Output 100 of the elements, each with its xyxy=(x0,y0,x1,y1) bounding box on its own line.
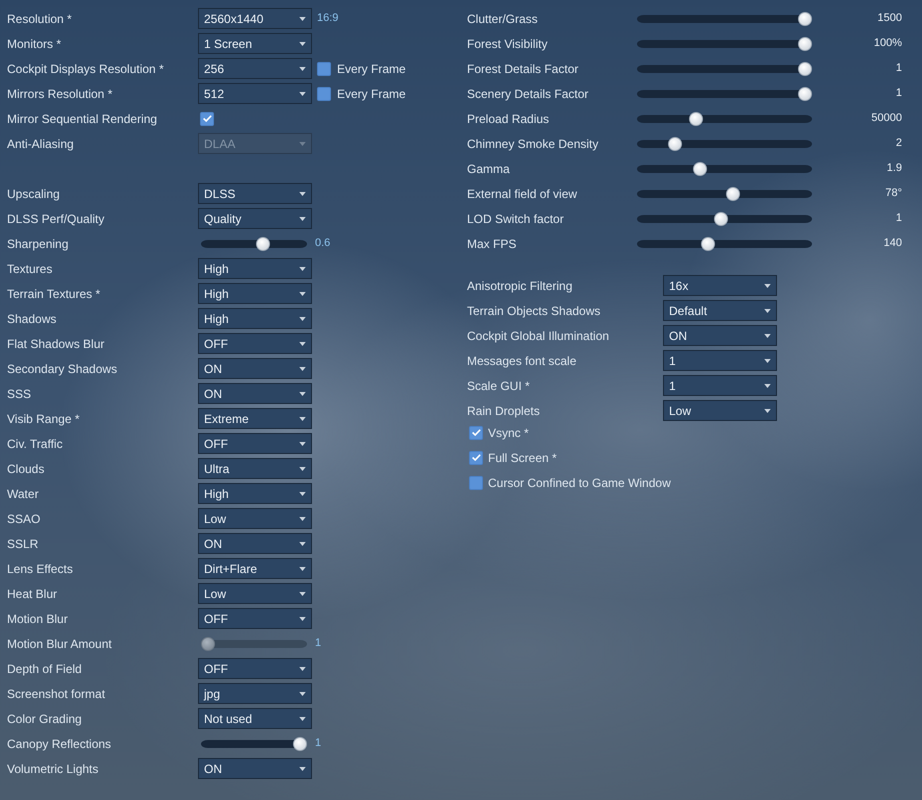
slider-track[interactable] xyxy=(637,112,812,126)
slider-track[interactable] xyxy=(201,736,307,750)
caret-icon xyxy=(299,466,306,470)
checkbox-label: Vsync * xyxy=(488,424,529,442)
dropdown[interactable]: Quality xyxy=(198,208,312,229)
dropdown[interactable]: OFF xyxy=(198,333,312,354)
dropdown[interactable]: 256 xyxy=(198,58,312,79)
slider-track[interactable] xyxy=(637,36,812,50)
slider-thumb[interactable] xyxy=(693,162,708,176)
setting-label: SSS xyxy=(7,386,32,402)
dropdown[interactable]: OFF xyxy=(198,658,312,679)
checkbox-label: Full Screen * xyxy=(488,450,557,466)
caret-icon xyxy=(764,284,771,288)
caret-icon xyxy=(299,416,306,420)
slider-thumb[interactable] xyxy=(798,12,812,26)
setting-label: Heat Blur xyxy=(7,586,58,602)
dropdown[interactable]: High xyxy=(198,258,312,279)
slider-thumb[interactable] xyxy=(701,236,716,250)
slider-thumb[interactable] xyxy=(293,736,307,750)
caret-icon xyxy=(299,342,306,346)
checkmark-icon xyxy=(472,454,480,461)
dropdown[interactable]: Low xyxy=(198,508,312,529)
caret-icon xyxy=(299,16,306,20)
slider-thumb[interactable] xyxy=(714,212,728,226)
dropdown[interactable]: 512 xyxy=(198,83,312,104)
caret-icon xyxy=(764,334,771,338)
dropdown[interactable]: jpg xyxy=(198,683,312,704)
slider-track[interactable] xyxy=(637,186,812,200)
caret-icon xyxy=(299,216,306,220)
caret-icon xyxy=(299,766,306,770)
slider-thumb[interactable] xyxy=(798,86,812,100)
dropdown[interactable]: High xyxy=(198,483,312,504)
setting-label: Sharpening xyxy=(7,236,70,252)
slider-track[interactable] xyxy=(637,136,812,150)
setting-label: Clouds xyxy=(7,460,46,478)
setting-label: Terrain Objects Shadows xyxy=(467,302,602,320)
slider-value: 78° xyxy=(885,186,902,202)
checkbox[interactable] xyxy=(200,112,214,126)
checkbox[interactable] xyxy=(469,426,483,440)
slider-thumb[interactable] xyxy=(726,186,740,200)
slider-thumb[interactable] xyxy=(668,136,682,150)
dropdown[interactable]: 1 xyxy=(663,375,777,396)
dropdown[interactable]: Low xyxy=(663,400,777,421)
setting-label: Terrain Textures * xyxy=(7,286,102,302)
slider-value: 1 xyxy=(896,86,902,102)
dropdown[interactable]: High xyxy=(198,308,312,329)
slider-thumb[interactable] xyxy=(688,112,703,126)
dropdown[interactable]: Default xyxy=(663,300,777,321)
caret-icon xyxy=(299,142,306,146)
slider-thumb[interactable] xyxy=(798,36,812,50)
setting-label: SSLR xyxy=(7,536,40,552)
caret-icon xyxy=(764,358,771,362)
slider-value: 1 xyxy=(315,636,322,652)
setting-label: External field of view xyxy=(467,186,578,202)
slider-track[interactable] xyxy=(201,236,307,250)
setting-label: Motion Blur xyxy=(7,610,69,628)
setting-label: Shadows xyxy=(7,310,58,328)
slider-value: 1.9 xyxy=(886,161,902,176)
checkbox[interactable] xyxy=(469,450,483,464)
dropdown[interactable]: 16x xyxy=(663,275,777,296)
dropdown[interactable]: ON xyxy=(198,758,312,779)
dropdown[interactable]: 1 xyxy=(663,350,777,371)
slider-value: 140 xyxy=(884,236,902,252)
dropdown[interactable]: ON xyxy=(198,383,312,404)
dropdown[interactable]: 1 Screen xyxy=(198,33,312,54)
caret-icon xyxy=(299,316,306,320)
caret-icon xyxy=(299,542,306,546)
setting-label: Water xyxy=(7,486,40,502)
slider-track[interactable] xyxy=(637,236,812,250)
checkbox[interactable] xyxy=(469,476,483,490)
caret-icon xyxy=(299,442,306,446)
checkbox[interactable] xyxy=(317,86,331,100)
dropdown[interactable]: DLSS xyxy=(198,183,312,204)
slider-track[interactable] xyxy=(637,62,812,76)
caret-icon xyxy=(299,66,306,70)
setting-label: Gamma xyxy=(467,160,511,178)
slider-track[interactable] xyxy=(637,162,812,176)
dropdown[interactable]: 2560x1440 xyxy=(198,8,312,29)
slider-track[interactable] xyxy=(637,86,812,100)
slider-track[interactable] xyxy=(637,212,812,226)
dropdown[interactable]: Ultra xyxy=(198,458,312,479)
dropdown[interactable]: High xyxy=(198,283,312,304)
dropdown[interactable]: Low xyxy=(198,583,312,604)
dropdown[interactable]: Not used xyxy=(198,708,312,729)
caret-icon xyxy=(299,666,306,670)
setting-label: LOD Switch factor xyxy=(467,210,565,228)
checkbox[interactable] xyxy=(317,62,331,76)
slider-track[interactable] xyxy=(637,12,812,26)
setting-label: Lens Effects xyxy=(7,560,74,578)
checkmark-icon xyxy=(472,429,480,436)
dropdown[interactable]: Dirt+Flare xyxy=(198,558,312,579)
slider-value: 1500 xyxy=(878,11,902,26)
dropdown[interactable]: ON xyxy=(663,325,777,346)
slider-thumb[interactable] xyxy=(256,236,270,250)
dropdown[interactable]: ON xyxy=(198,533,312,554)
dropdown[interactable]: Extreme xyxy=(198,408,312,429)
dropdown[interactable]: ON xyxy=(198,358,312,379)
slider-thumb[interactable] xyxy=(798,62,812,76)
dropdown[interactable]: OFF xyxy=(198,433,312,454)
dropdown[interactable]: OFF xyxy=(198,608,312,629)
